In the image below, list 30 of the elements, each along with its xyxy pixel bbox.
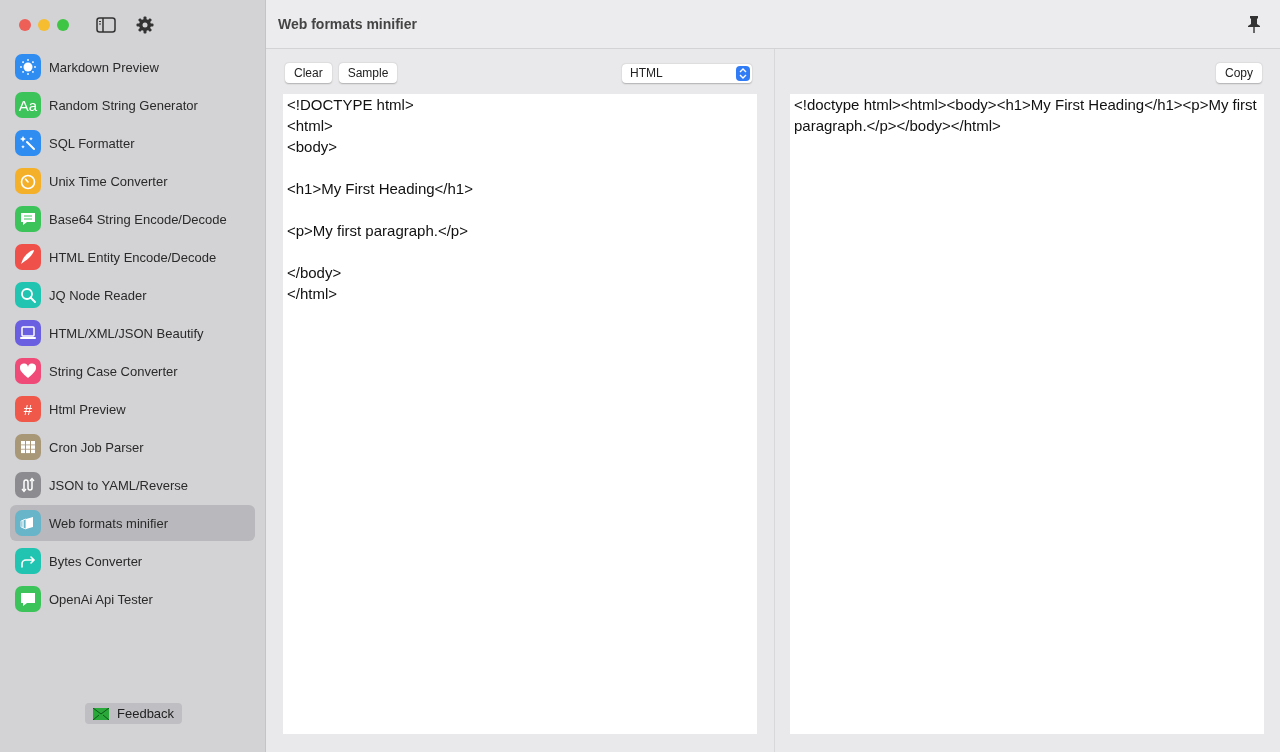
sidebar-item[interactable]: String Case Converter <box>10 353 255 389</box>
copy-button[interactable]: Copy <box>1216 63 1262 83</box>
pin-icon[interactable] <box>1247 15 1261 33</box>
sidebar-toggle-icon[interactable] <box>96 16 116 33</box>
tool-icon: # <box>15 396 41 422</box>
sidebar-item[interactable]: Cron Job Parser <box>10 429 255 465</box>
chevron-updown-icon <box>736 65 750 81</box>
settings-icon[interactable] <box>136 15 154 34</box>
sidebar-item[interactable]: HTML/XML/JSON Beautify <box>10 315 255 351</box>
sidebar-item[interactable]: OpenAi Api Tester <box>10 581 255 617</box>
sidebar-item[interactable]: JSON to YAML/Reverse <box>10 467 255 503</box>
sidebar-item[interactable]: Bytes Converter <box>10 543 255 579</box>
format-dropdown[interactable]: HTML <box>622 63 752 83</box>
toolbar-button[interactable]: Sample <box>338 63 398 83</box>
tool-icon: Aa <box>15 92 41 118</box>
sidebar-item[interactable]: Markdown Preview <box>10 49 255 85</box>
sidebar-item[interactable]: Aa Random String Generator <box>10 87 255 123</box>
input-editor[interactable]: <!DOCTYPE html> <html> <body> <h1>My First Heading</h1> <p>My first paragraph.</p> </body> </html> <box>283 94 757 734</box>
sidebar-item[interactable]: HTML Entity Encode/Decode <box>10 239 255 275</box>
sidebar-item[interactable]: SQL Formatter <box>10 125 255 161</box>
sidebar-item[interactable]: Base64 String Encode/Decode <box>10 201 255 237</box>
sidebar-item[interactable]: JQ Node Reader <box>10 277 255 313</box>
envelope-icon <box>93 707 109 720</box>
sidebar-item[interactable]: Web formats minifier <box>10 505 255 541</box>
window-title: Web formats minifier <box>278 16 417 32</box>
output-editor[interactable]: <!doctype html><html><body><h1>My First Heading</h1><p>My first paragraph.</p></body></html> <box>790 94 1264 734</box>
sidebar-item[interactable]: Unix Time Converter <box>10 163 255 199</box>
sidebar-item[interactable]: # Html Preview <box>10 391 255 427</box>
feedback-button[interactable]: Feedback <box>85 703 183 724</box>
toolbar-button[interactable]: Clear <box>285 63 332 83</box>
